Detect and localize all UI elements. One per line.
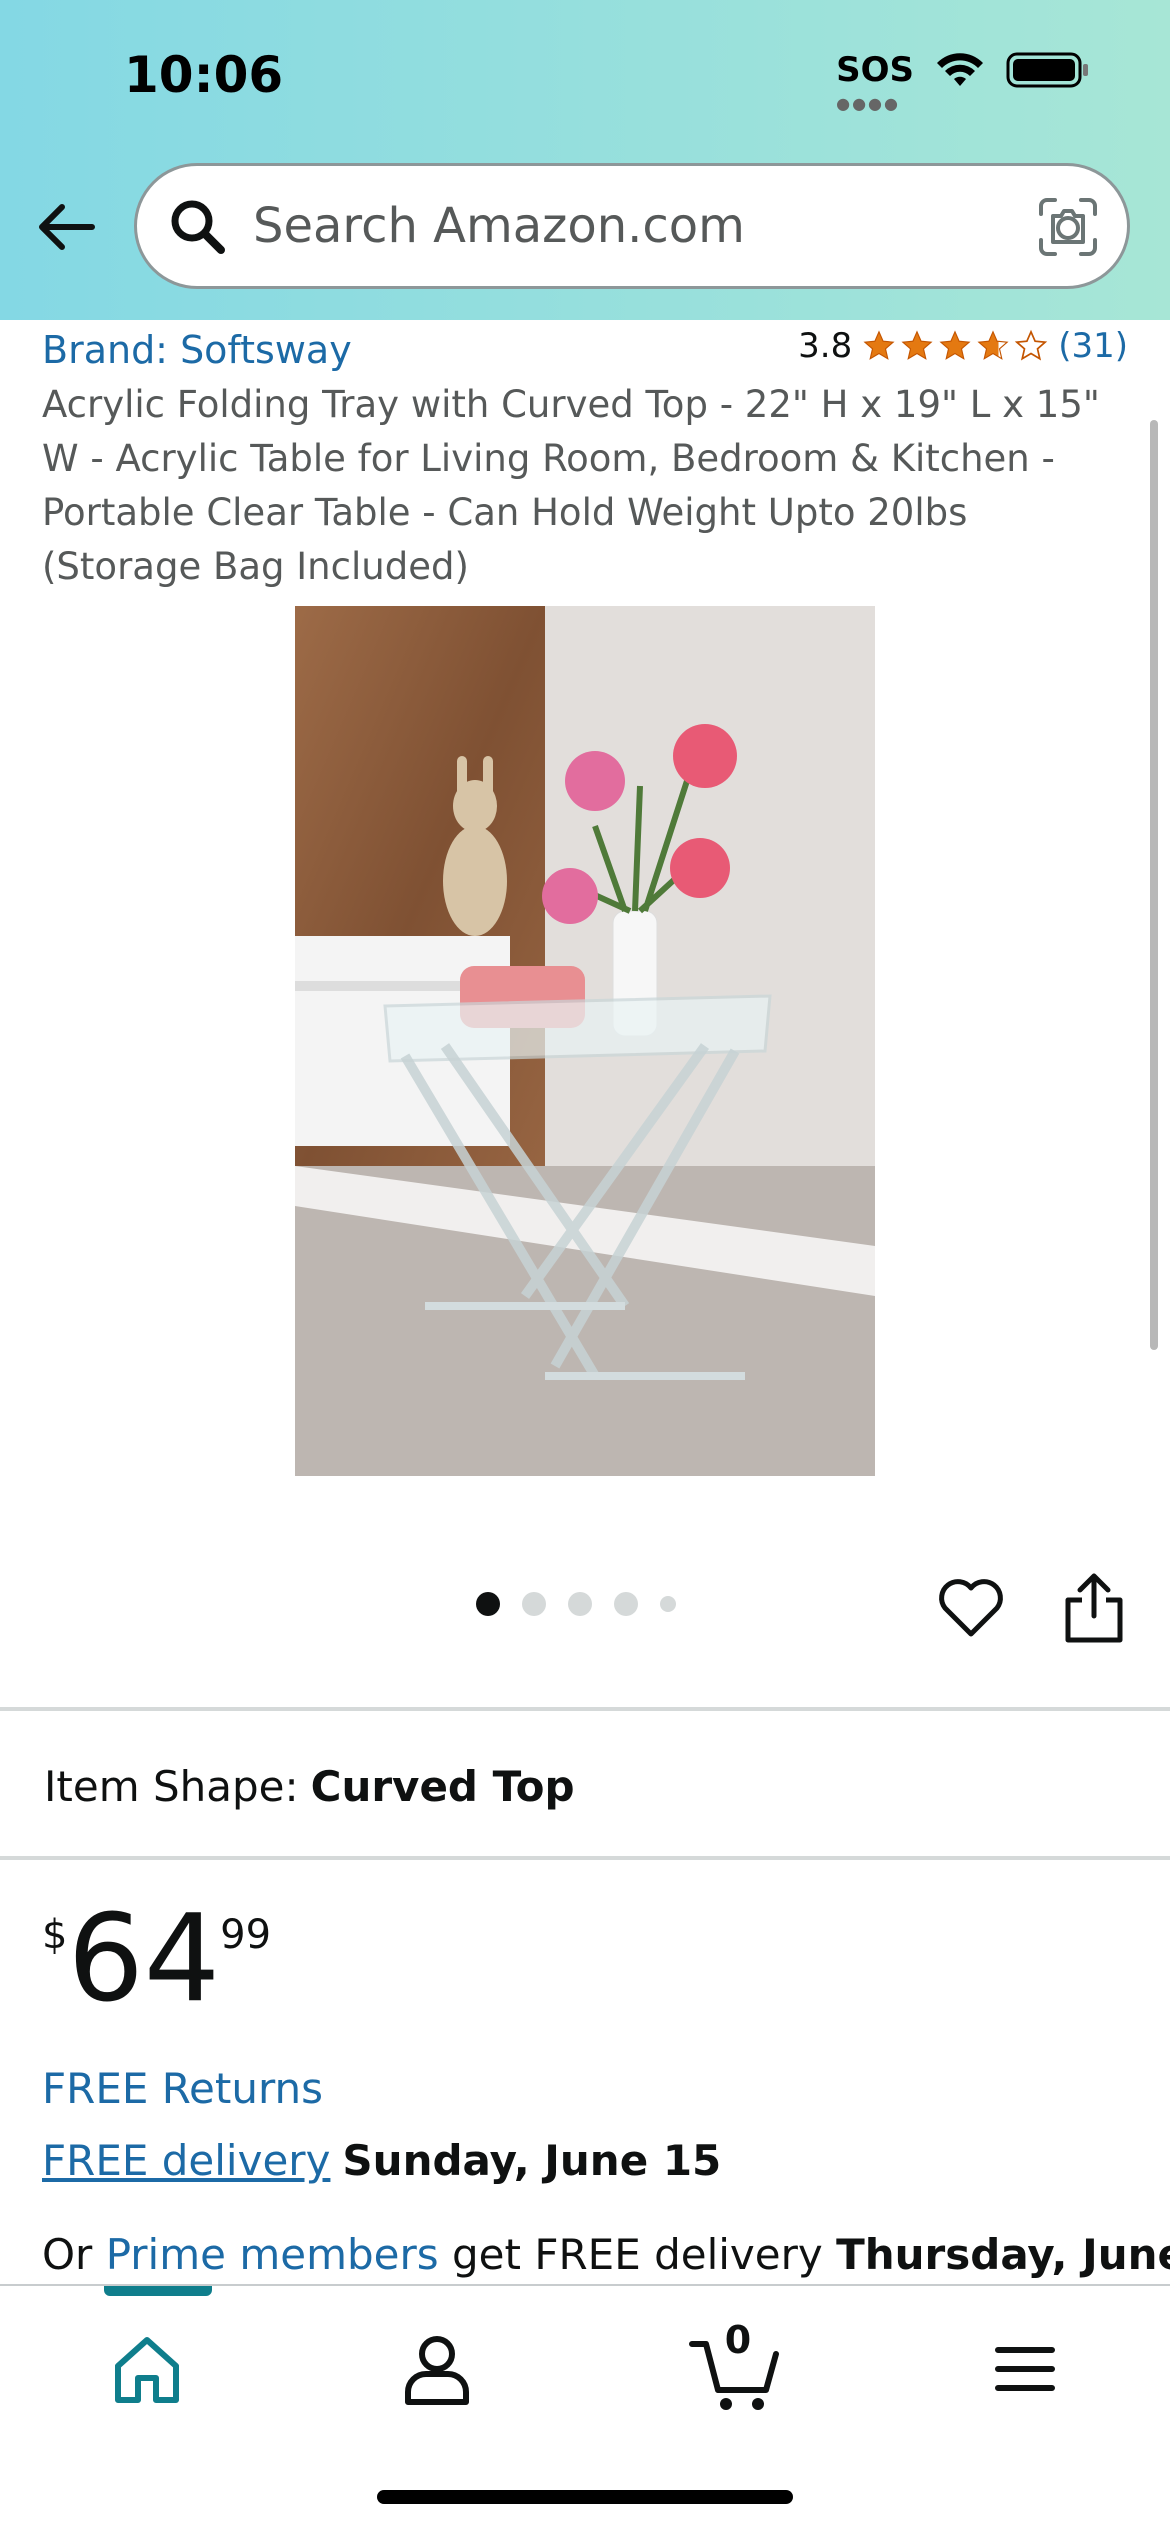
prime-members-link[interactable]: Prime members: [106, 2230, 439, 2279]
star-full-icon: [863, 330, 895, 360]
product-title: Acrylic Folding Tray with Curved Top - 2…: [42, 383, 1100, 588]
rating-value: 3.8: [798, 326, 853, 366]
sos-indicator: SOS ●●●●: [836, 50, 914, 113]
status-time: 10:06: [124, 46, 284, 104]
item-shape-value: Curved Top: [310, 1762, 575, 1811]
tab-cart[interactable]: 0: [688, 2318, 788, 2414]
brand-link[interactable]: Brand: Softsway: [42, 328, 352, 372]
tab-menu[interactable]: [980, 2324, 1070, 2414]
back-arrow-icon[interactable]: [32, 192, 102, 262]
search-icon: [171, 200, 225, 254]
prime-delivery-info: Or Prime members get FREE delivery Thurs…: [42, 2230, 1170, 2279]
section-divider: [0, 1856, 1170, 1860]
carousel-dot-1[interactable]: [476, 1592, 500, 1616]
item-shape-label: Item Shape:: [44, 1762, 299, 1811]
status-icons: SOS ●●●●: [836, 50, 1090, 113]
price: $ 64 99: [42, 1900, 271, 2020]
free-delivery-link[interactable]: FREE delivery: [42, 2136, 330, 2185]
price-symbol: $: [42, 1912, 68, 1958]
search-input[interactable]: Search Amazon.com: [253, 198, 745, 254]
scrollbar[interactable]: [1150, 420, 1158, 1350]
camera-search-icon[interactable]: [1037, 196, 1099, 258]
star-full-icon: [901, 330, 933, 360]
image-carousel-dots[interactable]: [476, 1592, 676, 1616]
delivery-date: Sunday, June 15: [342, 2136, 722, 2185]
product-photo: [295, 606, 875, 1476]
price-whole: 64: [67, 1890, 221, 2029]
star-empty-icon: [1014, 329, 1048, 361]
header: 10:06 SOS ●●●● Search Amazon.com: [0, 0, 1170, 320]
carousel-dot-4[interactable]: [614, 1592, 638, 1616]
tab-account[interactable]: [392, 2324, 482, 2414]
prime-delivery-date: Thursday, June: [836, 2230, 1170, 2279]
rating-count-link[interactable]: (31): [1058, 326, 1128, 366]
star-rating-icon: [862, 329, 1048, 363]
star-full-icon: [977, 330, 1009, 360]
rating-summary[interactable]: 3.8 (31): [798, 326, 1128, 366]
delivery-info: FREE delivery Sunday, June 15: [42, 2136, 721, 2185]
carousel-dot-5[interactable]: [660, 1596, 676, 1612]
carousel-dot-2[interactable]: [522, 1592, 546, 1616]
section-divider: [0, 1707, 1170, 1711]
share-icon[interactable]: [1058, 1570, 1130, 1646]
free-returns-link[interactable]: FREE Returns: [42, 2064, 323, 2113]
heart-icon[interactable]: [935, 1572, 1007, 1644]
prime-text: get FREE delivery: [452, 2230, 823, 2279]
star-full-icon: [939, 330, 971, 360]
search-bar[interactable]: Search Amazon.com: [134, 163, 1130, 289]
price-fraction: 99: [220, 1912, 272, 1958]
carousel-dot-3[interactable]: [568, 1592, 592, 1616]
cart-count-badge: 0: [724, 2318, 752, 2362]
battery-icon: [1006, 52, 1088, 88]
wifi-icon: [937, 53, 983, 86]
tab-home[interactable]: [102, 2324, 192, 2414]
home-indicator: [377, 2490, 793, 2504]
signal-dots-icon: ●●●●: [836, 94, 900, 113]
sos-label: SOS: [836, 50, 914, 90]
item-shape-selector[interactable]: Item Shape: Curved Top: [44, 1762, 575, 1811]
active-tab-indicator: [104, 2286, 212, 2296]
product-image[interactable]: [295, 606, 875, 1476]
prime-prefix: Or: [42, 2230, 93, 2279]
